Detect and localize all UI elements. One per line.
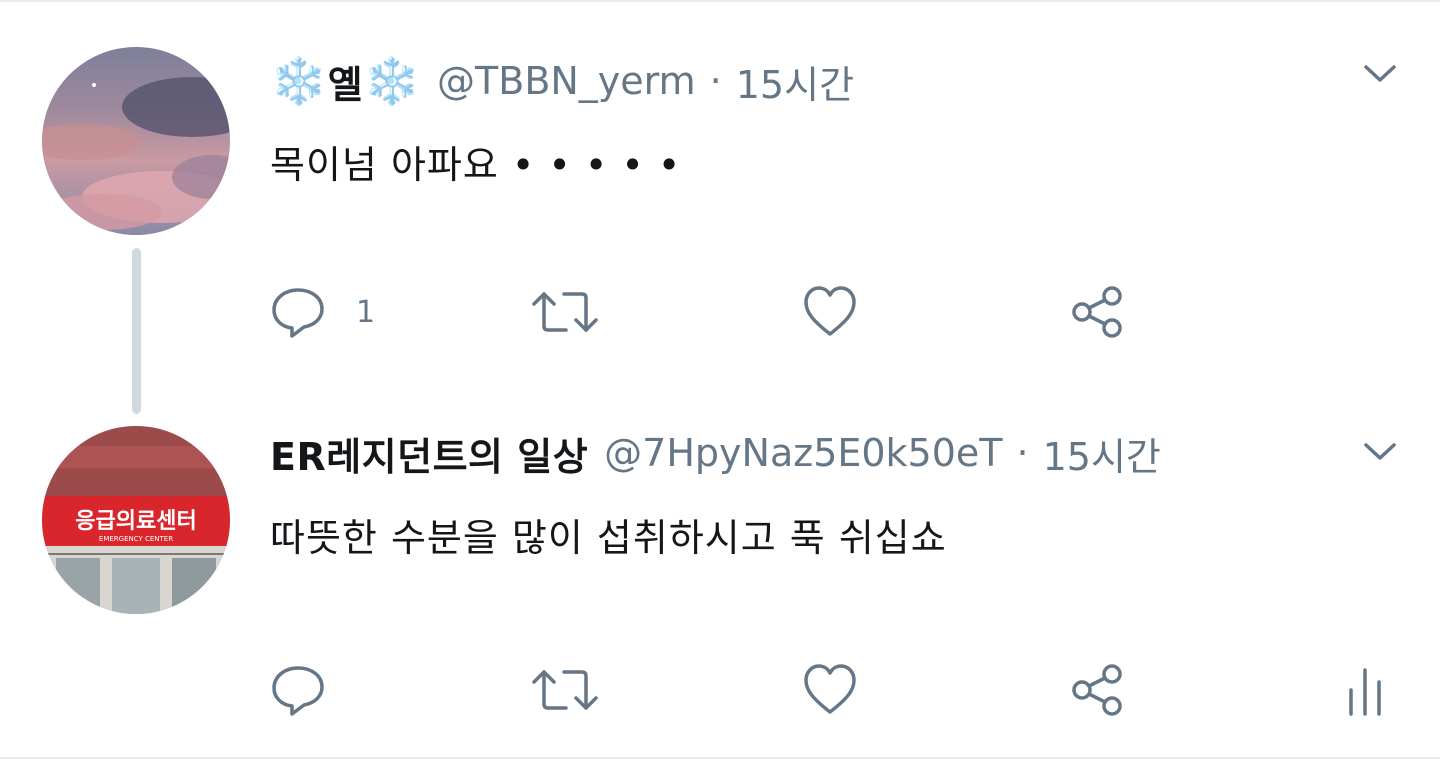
stats-button[interactable] [1345, 660, 1385, 720]
reply-count: 1 [356, 294, 376, 330]
chevron-down-icon[interactable] [1362, 440, 1398, 464]
retweet-button[interactable] [530, 282, 600, 342]
avatar-emergency-center-image: 응급의료센터 EMERGENCY CENTER [42, 426, 230, 614]
display-name[interactable]: ❄️ 옐 ❄️ [270, 54, 421, 109]
avatar-sky-image [42, 47, 230, 235]
user-handle[interactable]: @TBBN_yerm [437, 59, 696, 103]
like-button[interactable] [802, 282, 858, 342]
share-icon [1072, 286, 1122, 338]
avatar-sign-text: 응급의료센터 [75, 509, 196, 534]
timestamp[interactable]: 15시간 [736, 54, 854, 109]
tweet-actions: 1 [0, 282, 1440, 342]
chevron-down-icon[interactable] [1362, 62, 1398, 86]
tweet[interactable]: 응급의료센터 EMERGENCY CENTER ER레지던트의 일상 @7Hpy… [0, 380, 1440, 757]
avatar[interactable] [42, 47, 230, 235]
snowflake-emoji-left: ❄️ [270, 54, 328, 108]
avatar[interactable]: 응급의료센터 EMERGENCY CENTER [42, 426, 230, 614]
heart-icon [804, 286, 856, 336]
like-button[interactable] [802, 660, 858, 720]
heart-icon [804, 664, 856, 714]
share-button[interactable] [1070, 282, 1126, 342]
timestamp[interactable]: 15시간 [1043, 426, 1161, 481]
tweet-header: ER레지던트의 일상 @7HpyNaz5E0k50eT · 15시간 [270, 418, 1161, 488]
display-name[interactable]: ER레지던트의 일상 [270, 426, 588, 481]
share-button[interactable] [1070, 660, 1126, 720]
user-handle[interactable]: @7HpyNaz5E0k50eT [604, 431, 1002, 475]
tweet-header: ❄️ 옐 ❄️ @TBBN_yerm · 15시간 [270, 46, 854, 116]
display-name-text: 옐 [327, 62, 364, 107]
reply-button[interactable] [270, 660, 326, 720]
bottom-divider [0, 757, 1440, 759]
tweet-text: 따뜻한 수분을 많이 섭취하시고 푹 쉬십쇼 [270, 516, 947, 560]
reply-button[interactable]: 1 [270, 282, 375, 342]
separator-dot: · [709, 59, 722, 103]
stats-icon [1349, 668, 1381, 716]
retweet-icon [532, 292, 598, 332]
snowflake-emoji-right: ❄️ [363, 54, 422, 108]
share-icon [1072, 664, 1122, 716]
retweet-button[interactable] [530, 660, 600, 720]
avatar-sign-subtext: EMERGENCY CENTER [99, 535, 173, 543]
tweet-text: 목이넘 아파요 • • • • • [270, 143, 682, 187]
reply-icon [272, 666, 324, 716]
retweet-icon [532, 670, 598, 710]
separator-dot: · [1016, 431, 1029, 475]
reply-icon [272, 288, 324, 338]
tweet-actions [0, 660, 1440, 720]
tweet[interactable]: ❄️ 옐 ❄️ @TBBN_yerm · 15시간 목이넘 아파요 • • • … [0, 0, 1440, 380]
